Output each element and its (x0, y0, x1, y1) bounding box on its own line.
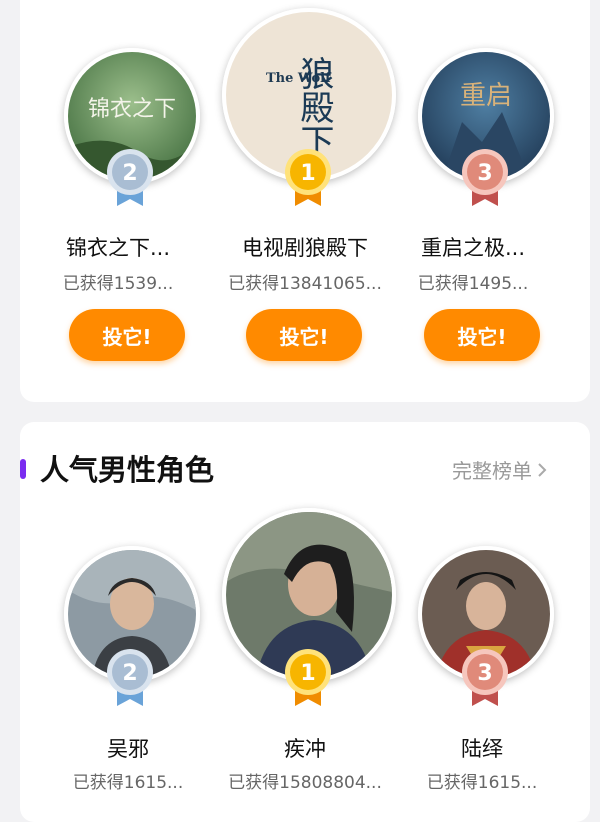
vote-button[interactable]: 投它! (424, 309, 540, 361)
vote-count: 已获得13841065... (228, 274, 382, 294)
vote-count: 已获得1495... (417, 274, 529, 294)
silver-medal-icon: 2 (105, 148, 155, 206)
svg-text:3: 3 (477, 661, 492, 686)
character-name: 吴邪 (107, 737, 149, 761)
chevron-right-icon (538, 462, 547, 477)
vote-count: 已获得1615... (72, 773, 184, 793)
character-name: 疾冲 (284, 737, 326, 761)
full-list-label: 完整榜单 (452, 459, 532, 483)
full-list-link[interactable]: 完整榜单 (452, 455, 548, 484)
section-title: 人气男性角色 (40, 453, 215, 487)
character-name: 陆绎 (461, 737, 503, 761)
vote-count: 已获得1615... (426, 773, 538, 793)
svg-text:狼殿下: 狼殿下 (294, 56, 334, 158)
vote-button[interactable]: 投它! (69, 309, 185, 361)
vote-button[interactable]: 投它! (246, 309, 362, 361)
svg-text:3: 3 (477, 161, 492, 186)
svg-text:1: 1 (300, 661, 315, 686)
vote-count: 已获得15808804... (228, 773, 382, 793)
silver-medal-icon: 2 (105, 648, 155, 706)
bronze-medal-icon: 3 (460, 648, 510, 706)
svg-text:重启: 重启 (460, 81, 512, 111)
bronze-medal-icon: 3 (460, 148, 510, 206)
section-accent-bar (20, 459, 26, 479)
item-name: 重启之极... (420, 236, 526, 260)
vote-count: 已获得1539... (62, 274, 174, 294)
item-name: 锦衣之下... (65, 236, 171, 260)
svg-text:2: 2 (122, 161, 137, 186)
svg-text:1: 1 (300, 161, 315, 186)
svg-text:锦衣之下: 锦衣之下 (88, 97, 176, 122)
item-name: 电视剧狼殿下 (242, 236, 368, 260)
gold-medal-icon: 1 (283, 648, 333, 706)
svg-text:2: 2 (122, 661, 137, 686)
gold-medal-icon: 1 (283, 148, 333, 206)
